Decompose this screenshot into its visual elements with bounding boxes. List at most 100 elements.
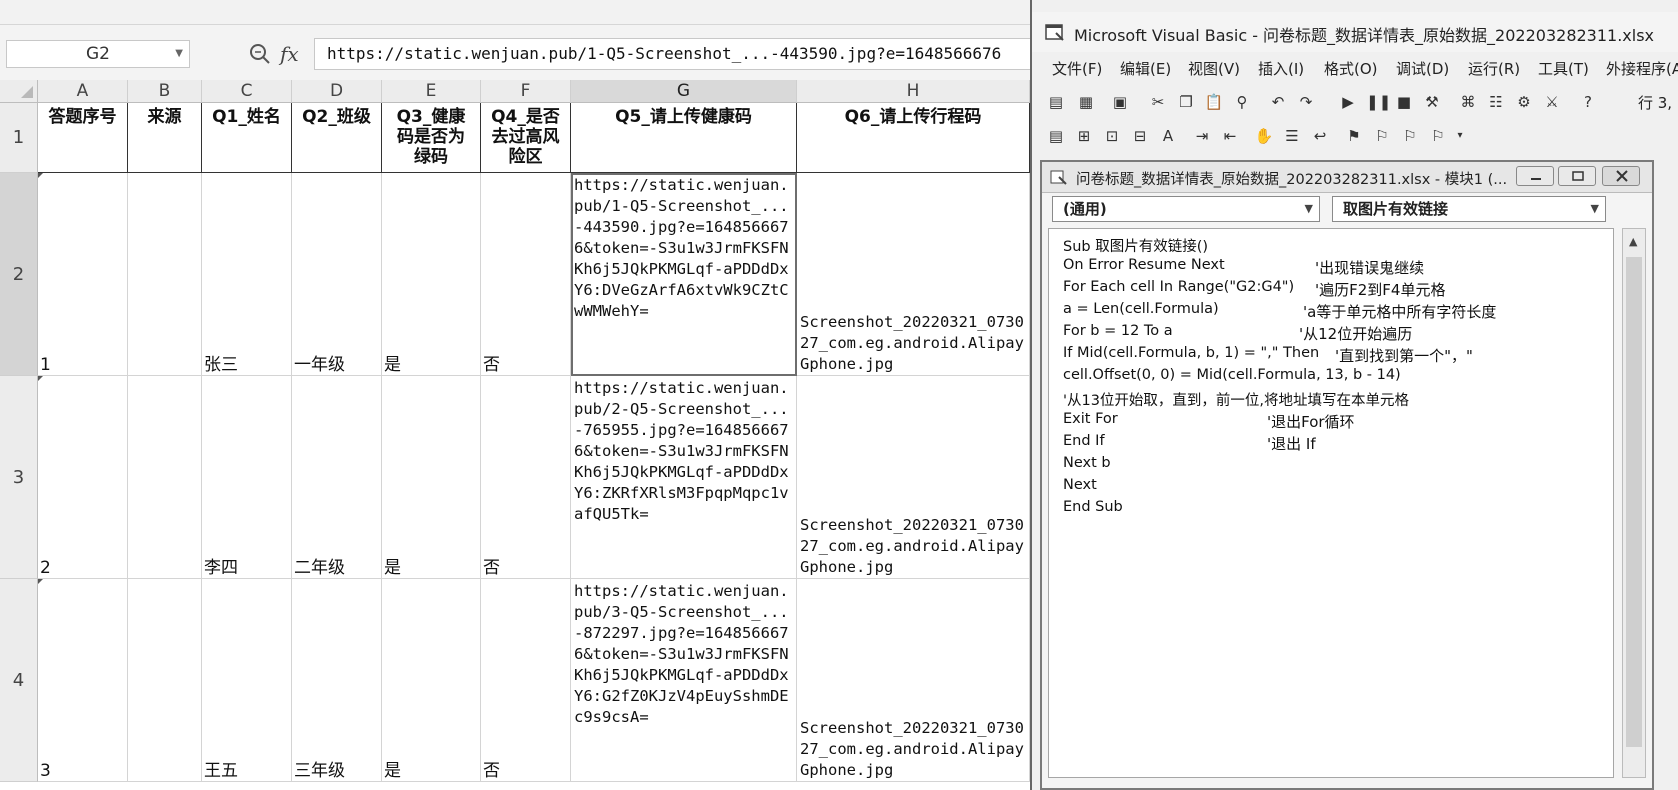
table-cell-q3[interactable]: 是: [382, 579, 481, 782]
menu-tools[interactable]: 工具(T): [1538, 58, 1589, 79]
table-cell-q4[interactable]: 否: [481, 376, 571, 579]
indent-icon[interactable]: ⇥: [1192, 126, 1212, 146]
project-explorer-icon[interactable]: ⌘: [1458, 92, 1478, 112]
name-box[interactable]: G2 ▼: [6, 40, 190, 68]
help-icon[interactable]: ?: [1578, 92, 1598, 112]
row-header-1[interactable]: 1: [0, 103, 38, 173]
previous-bookmark-icon[interactable]: ⚐: [1400, 126, 1420, 146]
undo-icon[interactable]: ↶: [1268, 92, 1288, 112]
column-header-g[interactable]: G: [571, 80, 797, 103]
menu-run[interactable]: 运行(R): [1468, 58, 1520, 79]
breakpoint-hand-icon[interactable]: ✋: [1254, 126, 1274, 146]
table-cell-source[interactable]: [128, 173, 202, 376]
chevron-down-icon[interactable]: ▼: [175, 41, 183, 67]
minimize-button[interactable]: [1516, 166, 1554, 186]
header-cell[interactable]: Q5_请上传健康码: [571, 103, 797, 173]
table-cell-q3[interactable]: 是: [382, 173, 481, 376]
column-header-e[interactable]: E: [382, 80, 481, 103]
scroll-up-icon[interactable]: ▲: [1629, 235, 1637, 248]
chevron-down-icon[interactable]: ▼: [1591, 197, 1599, 221]
cut-icon[interactable]: ✂: [1148, 92, 1168, 112]
header-cell[interactable]: Q4_是否去过高风险区: [481, 103, 571, 173]
table-cell-q6[interactable]: Screenshot_20220321_073027_com.eg.androi…: [797, 579, 1030, 782]
row-header-3[interactable]: 3: [0, 376, 38, 579]
table-cell-name[interactable]: 张三: [202, 173, 292, 376]
parameter-info-icon[interactable]: ⊟: [1130, 126, 1150, 146]
table-cell-q6[interactable]: Screenshot_20220321_073027_com.eg.androi…: [797, 173, 1030, 376]
list-constants-icon[interactable]: ⊞: [1074, 126, 1094, 146]
table-cell-q5[interactable]: https://static.wenjuan.pub/2-Q5-Screensh…: [571, 376, 797, 579]
column-header-b[interactable]: B: [128, 80, 202, 103]
clear-bookmarks-icon[interactable]: ⚐: [1428, 126, 1448, 146]
table-cell-q3[interactable]: 是: [382, 376, 481, 579]
paste-icon[interactable]: 📋: [1204, 92, 1224, 112]
next-bookmark-icon[interactable]: ⚐: [1372, 126, 1392, 146]
table-cell-source[interactable]: [128, 376, 202, 579]
header-cell[interactable]: 答题序号: [38, 103, 128, 173]
chevron-down-icon[interactable]: ▼: [1305, 197, 1313, 221]
header-cell[interactable]: Q6_请上传行程码: [797, 103, 1030, 173]
insert-module-icon[interactable]: ▦: [1076, 92, 1096, 112]
list-properties-icon[interactable]: ▤: [1046, 126, 1066, 146]
table-cell-name[interactable]: 李四: [202, 376, 292, 579]
table-cell-grade[interactable]: 一年级: [292, 173, 382, 376]
column-header-d[interactable]: D: [292, 80, 382, 103]
run-icon[interactable]: ▶: [1338, 92, 1358, 112]
save-icon[interactable]: ▣: [1110, 92, 1130, 112]
table-cell-grade[interactable]: 二年级: [292, 376, 382, 579]
table-cell-source[interactable]: [128, 579, 202, 782]
bookmark-icon[interactable]: ⚑: [1344, 126, 1364, 146]
column-header-a[interactable]: A: [38, 80, 128, 103]
menu-addins[interactable]: 外接程序(A): [1606, 58, 1678, 79]
table-cell-grade[interactable]: 三年级: [292, 579, 382, 782]
header-cell[interactable]: Q1_姓名: [202, 103, 292, 173]
vertical-scrollbar[interactable]: ▲: [1622, 228, 1646, 778]
redo-icon[interactable]: ↷: [1296, 92, 1316, 112]
menu-edit[interactable]: 编辑(E): [1120, 58, 1171, 79]
select-all-corner[interactable]: [0, 80, 38, 103]
find-icon[interactable]: ⚲: [1232, 92, 1252, 112]
header-cell[interactable]: 来源: [128, 103, 202, 173]
row-header-2[interactable]: 2: [0, 173, 38, 376]
object-browser-icon[interactable]: ⚙: [1514, 92, 1534, 112]
table-cell-q5[interactable]: https://static.wenjuan.pub/3-Q5-Screensh…: [571, 579, 797, 782]
column-header-c[interactable]: C: [202, 80, 292, 103]
uncomment-block-icon[interactable]: ↩: [1310, 126, 1330, 146]
table-cell-id[interactable]: 1: [38, 173, 128, 376]
procedure-combo[interactable]: 取图片有效链接 ▼: [1332, 196, 1606, 222]
column-header-h[interactable]: H: [797, 80, 1030, 103]
formula-bar-input[interactable]: https://static.wenjuan.pub/1-Q5-Screensh…: [314, 38, 1030, 70]
design-mode-icon[interactable]: ⚒: [1422, 92, 1442, 112]
table-cell-q4[interactable]: 否: [481, 173, 571, 376]
toolbar-options-icon[interactable]: ▾: [1450, 126, 1470, 146]
outdent-icon[interactable]: ⇤: [1220, 126, 1240, 146]
menu-debug[interactable]: 调试(D): [1396, 58, 1449, 79]
copy-icon[interactable]: ❐: [1176, 92, 1196, 112]
quick-info-icon[interactable]: ⊡: [1102, 126, 1122, 146]
object-combo[interactable]: (通用) ▼: [1052, 196, 1320, 222]
menu-format[interactable]: 格式(O): [1324, 58, 1378, 79]
comment-block-icon[interactable]: ☰: [1282, 126, 1302, 146]
table-cell-name[interactable]: 王五: [202, 579, 292, 782]
menu-view[interactable]: 视图(V): [1188, 58, 1240, 79]
break-icon[interactable]: ❚❚: [1366, 92, 1391, 112]
table-cell-id[interactable]: 3: [38, 579, 128, 782]
column-header-f[interactable]: F: [481, 80, 571, 103]
table-cell-q4[interactable]: 否: [481, 579, 571, 782]
header-cell[interactable]: Q3_健康码是否为绿码: [382, 103, 481, 173]
row-header-4[interactable]: 4: [0, 579, 38, 782]
table-cell-q5-active[interactable]: https://static.wenjuan.pub/1-Q5-Screensh…: [571, 173, 797, 376]
menu-file[interactable]: 文件(F): [1052, 58, 1102, 79]
view-excel-icon[interactable]: ▤: [1046, 92, 1066, 112]
complete-word-icon[interactable]: A: [1158, 126, 1178, 146]
zoom-icon[interactable]: [245, 40, 275, 68]
reset-icon[interactable]: ■: [1394, 92, 1414, 112]
code-editor[interactable]: Sub 取图片有效链接() On Error Resume Next '出现错误…: [1048, 228, 1614, 778]
menu-insert[interactable]: 插入(I): [1258, 58, 1304, 79]
restore-button[interactable]: [1558, 166, 1596, 186]
table-cell-id[interactable]: 2: [38, 376, 128, 579]
close-button[interactable]: [1602, 166, 1640, 186]
table-cell-q6[interactable]: Screenshot_20220321_073027_com.eg.androi…: [797, 376, 1030, 579]
function-icon[interactable]: fx: [280, 40, 299, 68]
toolbox-icon[interactable]: ⚔: [1542, 92, 1562, 112]
